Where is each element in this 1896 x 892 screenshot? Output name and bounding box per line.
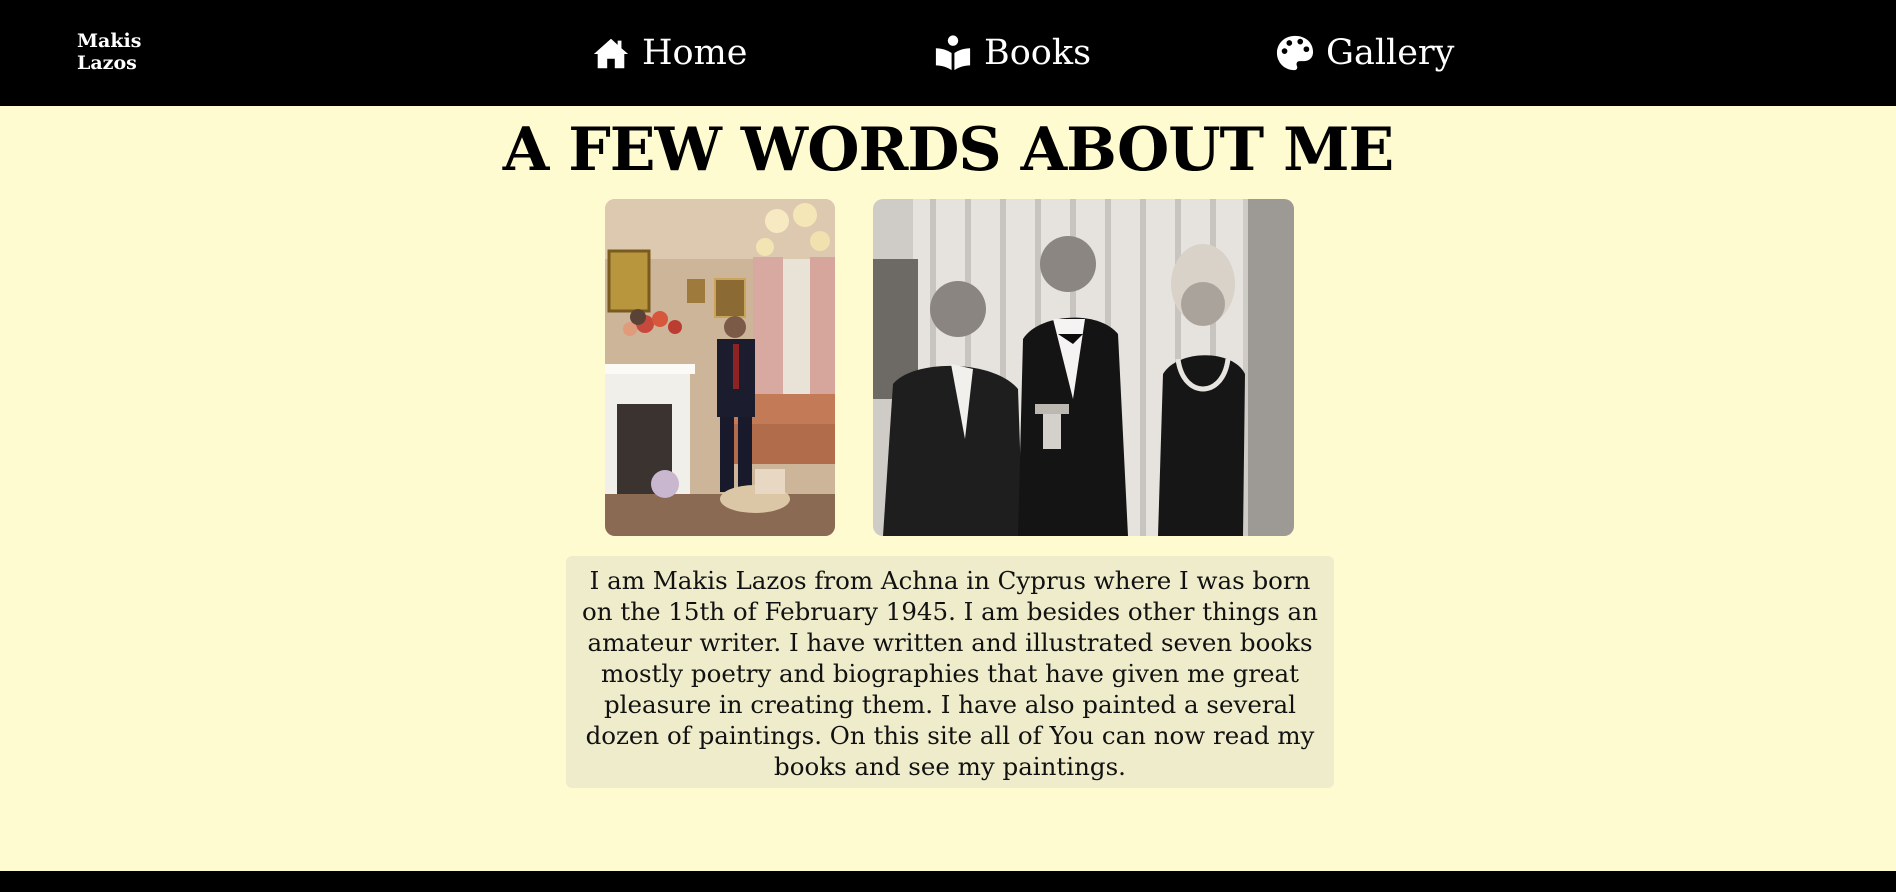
page-title: A FEW WORDS ABOUT ME [502, 115, 1394, 185]
nav-gallery-link[interactable]: Gallery [1276, 30, 1454, 76]
nav-books-link[interactable]: Books [934, 30, 1091, 76]
book-reader-icon [934, 34, 972, 72]
bio-paragraph: I am Makis Lazos from Achna in Cyprus wh… [582, 566, 1318, 781]
top-navbar: Makis Lazos Home Books Gallery [0, 0, 1896, 106]
award-ceremony-photo [873, 199, 1294, 536]
nav-home-link[interactable]: Home [592, 30, 748, 76]
brand-last-name: Lazos [77, 52, 137, 74]
bio-text-box: I am Makis Lazos from Achna in Cyprus wh… [566, 556, 1334, 788]
site-brand[interactable]: Makis Lazos [77, 30, 141, 74]
home-icon [592, 34, 630, 72]
brand-first-name: Makis [77, 30, 142, 52]
nav-gallery-label: Gallery [1326, 33, 1455, 73]
nav-home-label: Home [642, 33, 748, 73]
nav-books-label: Books [984, 33, 1092, 73]
living-room-photo [605, 199, 835, 536]
palette-icon [1276, 34, 1314, 72]
footer-bar [0, 871, 1896, 892]
